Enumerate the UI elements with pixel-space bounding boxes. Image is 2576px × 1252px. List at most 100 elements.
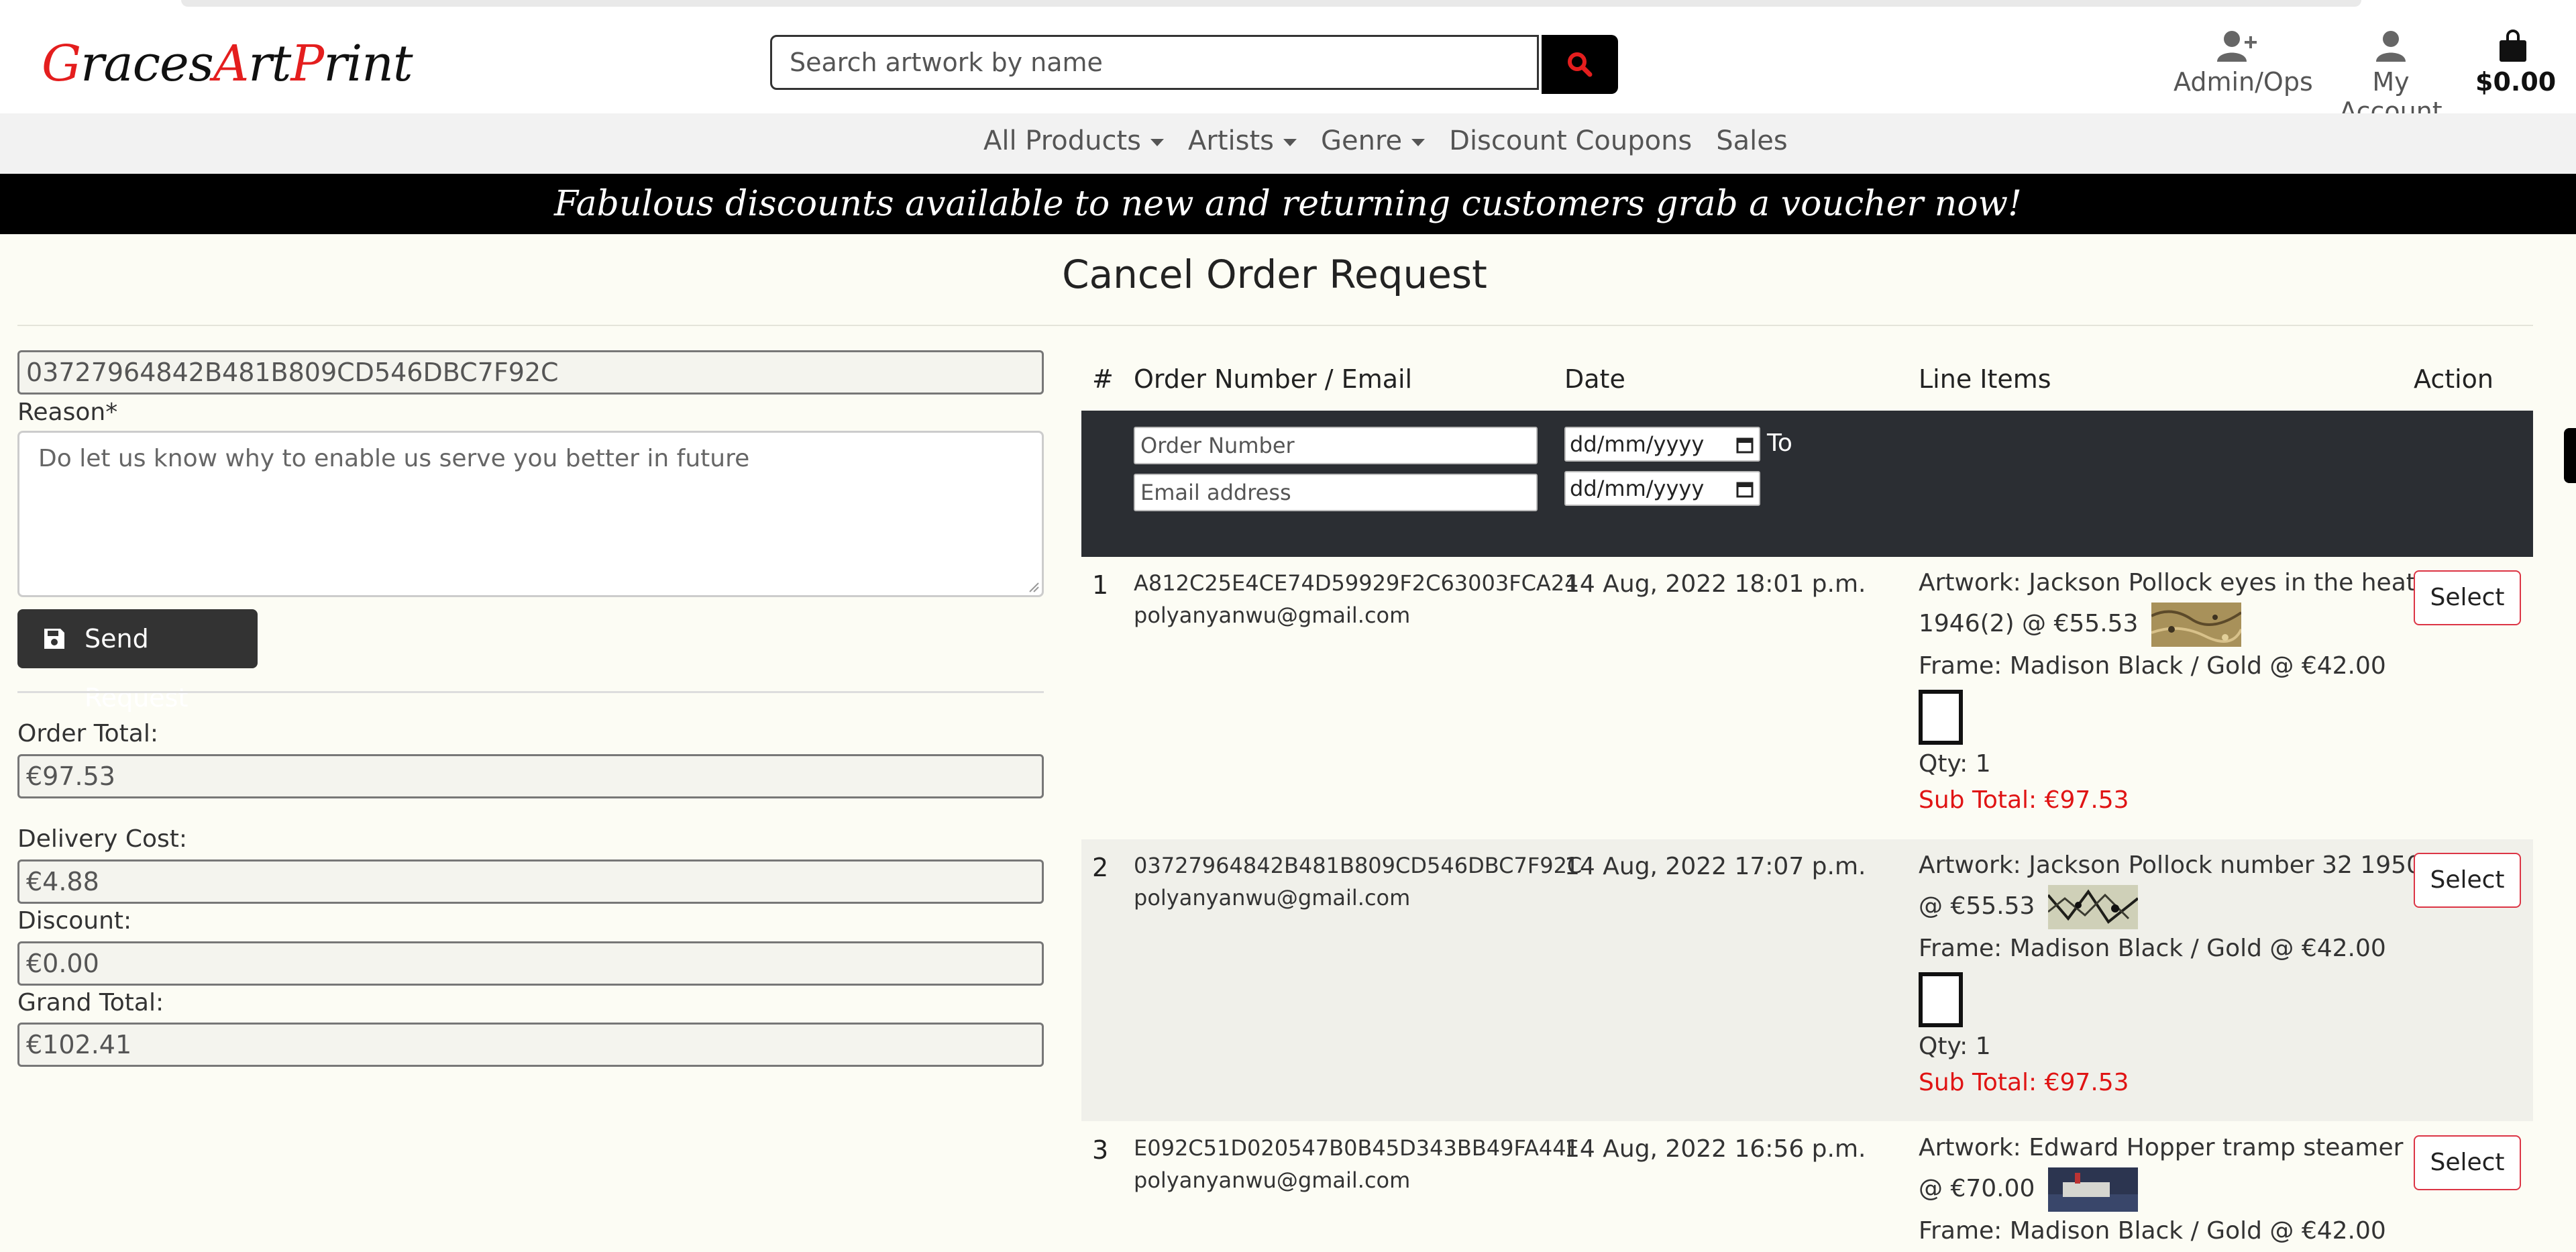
artwork-line: Artwork: Edward Hopper tramp steamer @ €… (1919, 1129, 2403, 1212)
frame-line: Frame: Madison Black / Gold @ €42.00 (1919, 1217, 2386, 1245)
chevron-down-icon (1411, 138, 1426, 146)
artwork-line: Artwork: Jackson Pollock eyes in the hea… (1919, 564, 2416, 647)
admin-ops-label: Admin/Ops (2174, 67, 2313, 97)
logo-word-races: races (80, 35, 214, 93)
row-number: 1 (1092, 570, 1109, 600)
nav-genre-label: Genre (1321, 125, 1403, 156)
nav-sales[interactable]: Sales (1716, 125, 1787, 156)
grand-total-label: Grand Total: (17, 989, 164, 1016)
date-to-input[interactable]: dd/mm/yyyy (1564, 471, 1760, 506)
artwork-line-1: Artwork: Edward Hopper tramp steamer (1919, 1134, 2404, 1161)
delivery-cost-label: Delivery Cost: (17, 825, 188, 853)
order-date: 14 Aug, 2022 18:01 p.m. (1564, 570, 1866, 598)
artwork-thumbnail (2047, 885, 2138, 929)
cart-total: $0.00 (2475, 67, 2557, 97)
search-button[interactable] (1542, 35, 1618, 94)
order-email: polyanyanwu@gmail.com (1134, 885, 1411, 910)
my-account-link[interactable]: My Account (2322, 30, 2459, 126)
reason-placeholder: Do let us know why to enable us serve yo… (38, 445, 750, 472)
promo-banner: Fabulous discounts available to new and … (0, 174, 2576, 234)
col-header-date: Date (1564, 364, 1625, 394)
row-number: 3 (1092, 1135, 1109, 1165)
discount-label: Discount: (17, 907, 132, 935)
logo-word-rt: rt (248, 35, 291, 93)
order-number: A812C25E4CE74D59929F2C63003FCA24 (1134, 570, 1578, 596)
order-total-field: €97.53 (17, 754, 1044, 798)
nav-discount-coupons[interactable]: Discount Coupons (1449, 125, 1692, 156)
order-date: 14 Aug, 2022 17:07 p.m. (1564, 853, 1866, 880)
nav-artists[interactable]: Artists (1188, 125, 1297, 156)
order-number: E092C51D020547B0B45D343BB49FA44F (1134, 1135, 1578, 1161)
user-icon (2376, 31, 2406, 62)
browser-bar-remnant (181, 0, 2361, 7)
discount-field: €0.00 (17, 941, 1044, 986)
shopping-bag-icon (2500, 30, 2526, 62)
calendar-icon (1736, 437, 1754, 454)
frame-thumbnail (1919, 690, 1963, 745)
frame-line: Frame: Madison Black / Gold @ €42.00 (1919, 652, 2386, 680)
table-row: 1 A812C25E4CE74D59929F2C63003FCA24 polya… (1081, 557, 2533, 839)
user-plus-icon (2217, 31, 2257, 62)
nav-items: All Products Artists Genre Discount Coup… (983, 125, 1788, 156)
col-header-num: # (1092, 364, 1114, 394)
nav-sales-label: Sales (1716, 125, 1788, 156)
frame-thumbnail (1919, 972, 1963, 1027)
date-from-input[interactable]: dd/mm/yyyy (1564, 427, 1760, 462)
artwork-line-1: Artwork: Jackson Pollock eyes in the hea… (1919, 569, 2416, 596)
col-header-action: Action (2414, 364, 2494, 394)
artwork-line-1: Artwork: Jackson Pollock number 32 1950 (1919, 851, 2422, 879)
order-email: polyanyanwu@gmail.com (1134, 603, 1411, 628)
date-from-placeholder: dd/mm/yyyy (1570, 431, 1705, 457)
order-number-filter-input[interactable]: Order Number (1134, 427, 1538, 464)
artwork-thumbnail (2047, 1167, 2138, 1212)
calendar-icon (1736, 482, 1754, 498)
logo-letter-g: G (42, 35, 81, 93)
reason-textarea[interactable]: Do let us know why to enable us serve yo… (17, 431, 1044, 597)
artwork-thumbnail (2151, 603, 2241, 647)
select-button[interactable]: Select (2414, 853, 2521, 908)
grand-total-field: €102.41 (17, 1023, 1044, 1067)
frame-line: Frame: Madison Black / Gold @ €42.00 (1919, 935, 2386, 962)
page-title: Cancel Order Request (1062, 252, 1487, 297)
cart-link[interactable]: $0.00 (2475, 30, 2556, 97)
search-input[interactable] (770, 35, 1539, 90)
save-icon (44, 629, 64, 649)
logo-letter-a: A (213, 35, 249, 93)
filter-row: Order Number Email address dd/mm/yyyy To… (1081, 411, 2576, 557)
resize-grip-icon[interactable] (1027, 580, 1039, 592)
nav-artists-label: Artists (1188, 125, 1274, 156)
select-button[interactable]: Select (2414, 1135, 2521, 1190)
send-request-label: Send Request (85, 624, 189, 713)
send-request-button[interactable]: Send Request (17, 609, 258, 713)
search-icon (1568, 52, 1593, 77)
nav-all-products-label: All Products (983, 125, 1142, 156)
nav-genre[interactable]: Genre (1321, 125, 1426, 156)
row-number: 2 (1092, 853, 1109, 882)
order-date: 14 Aug, 2022 16:56 p.m. (1564, 1135, 1866, 1163)
table-row: 2 03727964842B481B809CD546DBC7F92C polya… (1081, 839, 2533, 1121)
date-to-placeholder: dd/mm/yyyy (1570, 476, 1705, 501)
chevron-down-icon (1150, 138, 1165, 146)
logo-letter-p: P (290, 35, 324, 93)
site-header: GracesArtPrint Admin/Ops My Account (0, 9, 2576, 126)
reason-label: Reason* (17, 399, 118, 426)
col-header-order-email: Order Number / Email (1134, 364, 1413, 394)
artwork-line-2: @ €70.00 (1919, 1175, 2035, 1202)
order-email: polyanyanwu@gmail.com (1134, 1167, 1411, 1193)
artwork-line-2: 1946(2) @ €55.53 (1919, 610, 2139, 637)
admin-ops-link[interactable]: Admin/Ops (2174, 30, 2313, 97)
quantity: Qty: 1 (1919, 750, 1991, 778)
title-divider (17, 325, 2533, 326)
sub-total: Sub Total: €97.53 (1919, 1069, 2129, 1096)
email-filter-input[interactable]: Email address (1134, 474, 1538, 511)
site-logo[interactable]: GracesArtPrint (42, 35, 413, 93)
sub-total: Sub Total: €97.53 (1919, 786, 2129, 814)
select-button[interactable]: Select (2414, 570, 2521, 625)
main-nav: All Products Artists Genre Discount Coup… (0, 113, 2576, 174)
artwork-line-2: @ €55.53 (1919, 892, 2035, 920)
order-id-field[interactable]: 03727964842B481B809CD546DBC7F92C (17, 350, 1044, 395)
nav-all-products[interactable]: All Products (983, 125, 1165, 156)
nav-discount-coupons-label: Discount Coupons (1449, 125, 1693, 156)
table-row: 3 E092C51D020547B0B45D343BB49FA44F polya… (1081, 1122, 2533, 1252)
filter-search-button[interactable] (2564, 428, 2576, 483)
